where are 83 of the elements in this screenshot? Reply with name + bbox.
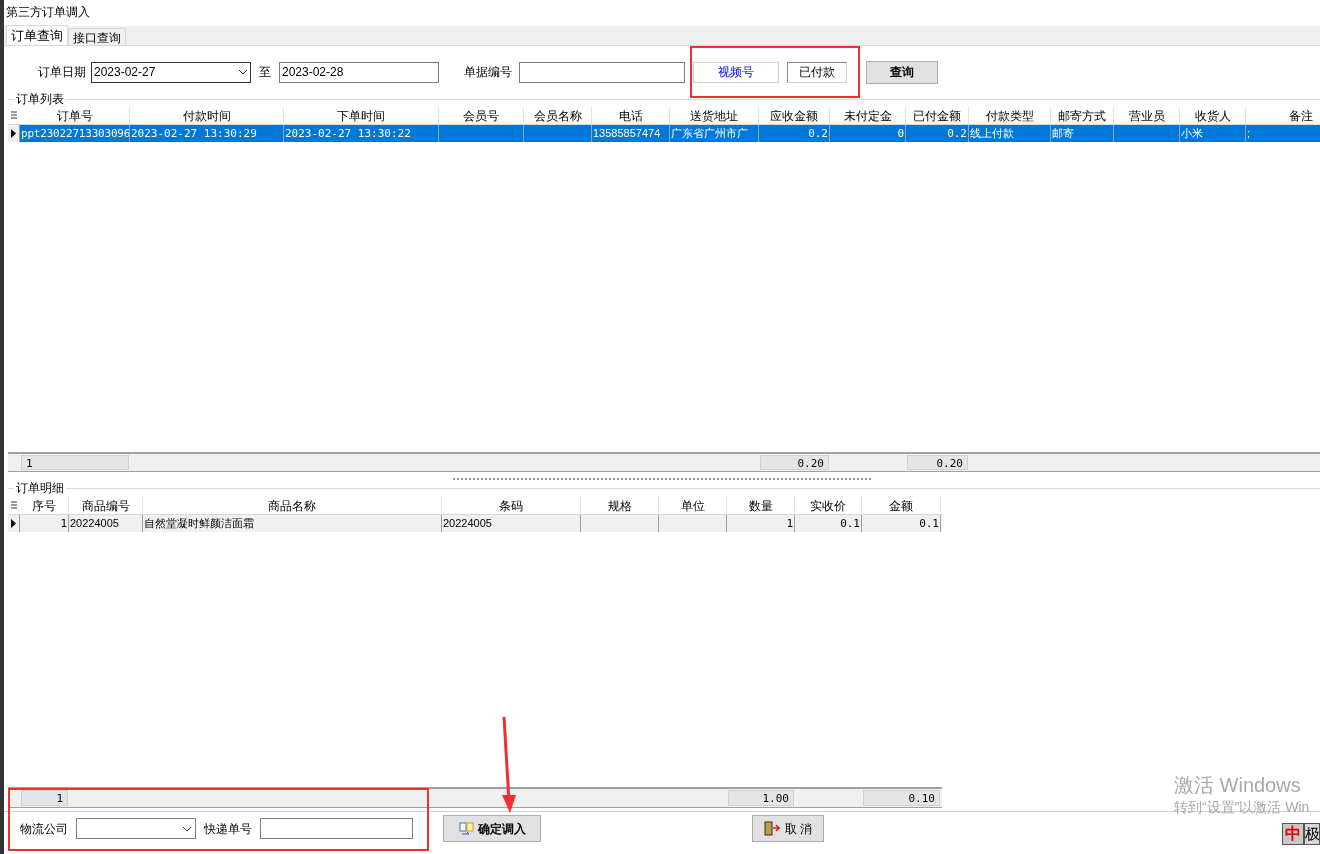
- field-label: 单据编号: [464, 64, 512, 81]
- column-header[interactable]: 应收金额: [759, 107, 830, 124]
- column-header[interactable]: 邮寄方式: [1051, 107, 1114, 124]
- column-header[interactable]: 金额: [862, 497, 941, 514]
- table-cell: 线上付款: [970, 127, 1014, 139]
- date-dropdown[interactable]: 2023-02-27: [91, 61, 251, 83]
- confirm-import-button[interactable]: 确定调入: [443, 815, 541, 842]
- splitter-handle[interactable]: [452, 477, 872, 481]
- total-cell: 0.10: [863, 790, 940, 806]
- column-header[interactable]: 下单时间: [284, 107, 439, 124]
- table-cell: 0.2: [947, 127, 967, 140]
- column-header[interactable]: 条码: [442, 497, 581, 514]
- table-cell: 20224005: [443, 517, 492, 529]
- table-cell: 0.1: [919, 517, 939, 530]
- table-cell: 20224005: [70, 517, 119, 529]
- cancel-button[interactable]: 取 消: [752, 815, 824, 842]
- column-header[interactable]: 订单号: [20, 107, 130, 124]
- column-header[interactable]: 实收价: [795, 497, 862, 514]
- activation-title: 激活 Windows: [1174, 773, 1302, 797]
- field-label: 快递单号: [204, 820, 252, 838]
- column-header[interactable]: 商品编号: [69, 497, 143, 514]
- column-header[interactable]: 单位: [659, 497, 727, 514]
- column-header[interactable]: 备注: [1246, 107, 1320, 124]
- total-cell: 1: [21, 790, 68, 806]
- table-cell: 13585857474: [593, 127, 661, 139]
- payment-status-field: 已付款: [787, 61, 847, 83]
- column-header[interactable]: 会员号: [439, 107, 524, 124]
- total-cell: 1.00: [728, 790, 794, 806]
- column-header[interactable]: 已付金额: [906, 107, 969, 124]
- window-title: 第三方订单调入: [5, 4, 91, 21]
- table-cell: 0.2: [808, 127, 828, 140]
- column-header[interactable]: 未付定金: [830, 107, 906, 124]
- row-indicator-icon: [11, 111, 17, 120]
- table-cell: 自然堂凝时鲜颜洁面霜: [144, 517, 254, 529]
- field-label: 订单日期: [38, 64, 86, 81]
- group-title: 订单明细: [14, 480, 66, 496]
- column-header[interactable]: 付款类型: [969, 107, 1051, 124]
- logistics-dropdown[interactable]: [76, 818, 196, 839]
- document-number-field[interactable]: [519, 61, 685, 83]
- table-cell: 0.1: [840, 517, 860, 530]
- current-row-icon: [11, 519, 16, 528]
- column-header[interactable]: 收货人: [1180, 107, 1246, 124]
- column-header[interactable]: 商品名称: [143, 497, 442, 514]
- total-cell: 0.20: [907, 455, 968, 470]
- column-header[interactable]: 营业员: [1114, 107, 1180, 124]
- table-cell: 2023-02-27 13:30:22: [285, 127, 411, 140]
- table-cell: 邮寄: [1052, 127, 1074, 139]
- table-cell: 小米: [1181, 127, 1203, 139]
- chevron-down-icon: [238, 69, 248, 75]
- table-cell: 2023-02-27 13:30:29: [131, 127, 257, 140]
- total-cell: 1: [21, 455, 129, 470]
- table-cell: ppt23022713303096: [21, 127, 129, 140]
- total-cell: 0.20: [760, 455, 829, 470]
- column-header[interactable]: 送货地址: [670, 107, 759, 124]
- tab[interactable]: 接口查询: [68, 28, 126, 45]
- column-header[interactable]: 数量: [727, 497, 795, 514]
- column-header[interactable]: 序号: [20, 497, 69, 514]
- column-header[interactable]: 电话: [592, 107, 670, 124]
- table-row[interactable]: 1 20224005 自然堂凝时鲜颜洁面霜 20224005 1 0.1 0.1: [8, 515, 942, 532]
- table-cell: 1: [60, 517, 67, 530]
- ime-shape-icon[interactable]: 极: [1304, 823, 1320, 845]
- field-label: 至: [259, 64, 271, 81]
- copy-documents-icon: [458, 821, 475, 836]
- channel-field: 视频号: [693, 61, 779, 83]
- date-field[interactable]: 2023-02-28: [279, 61, 439, 83]
- activation-subtitle: 转到“设置”以激活 Win: [1174, 798, 1310, 817]
- query-button[interactable]: 查询: [866, 60, 938, 84]
- table-cell: 广东省广州市广: [671, 127, 748, 139]
- field-label: 物流公司: [20, 820, 68, 838]
- table-cell: 0: [897, 127, 904, 140]
- column-header[interactable]: 规格: [581, 497, 659, 514]
- group-title: 订单列表: [14, 91, 66, 107]
- column-header[interactable]: 付款时间: [130, 107, 284, 124]
- current-row-icon: [11, 129, 16, 138]
- tracking-number-field[interactable]: [260, 818, 413, 839]
- table-cell: 1: [786, 517, 793, 530]
- tab[interactable]: 订单查询: [6, 25, 68, 45]
- table-cell: ;: [1247, 127, 1251, 139]
- chevron-down-icon: [182, 825, 192, 832]
- exit-door-icon: [763, 821, 780, 836]
- column-header[interactable]: 会员名称: [524, 107, 592, 124]
- row-indicator-icon: [11, 501, 17, 510]
- table-row[interactable]: ppt230227133030962023-02-27 13:30:29 2023-02-27 13:30:22 13585857474 广东省广州市广 0.2 0 0.2 线上付款 邮寄 小米 ;: [8, 125, 1320, 142]
